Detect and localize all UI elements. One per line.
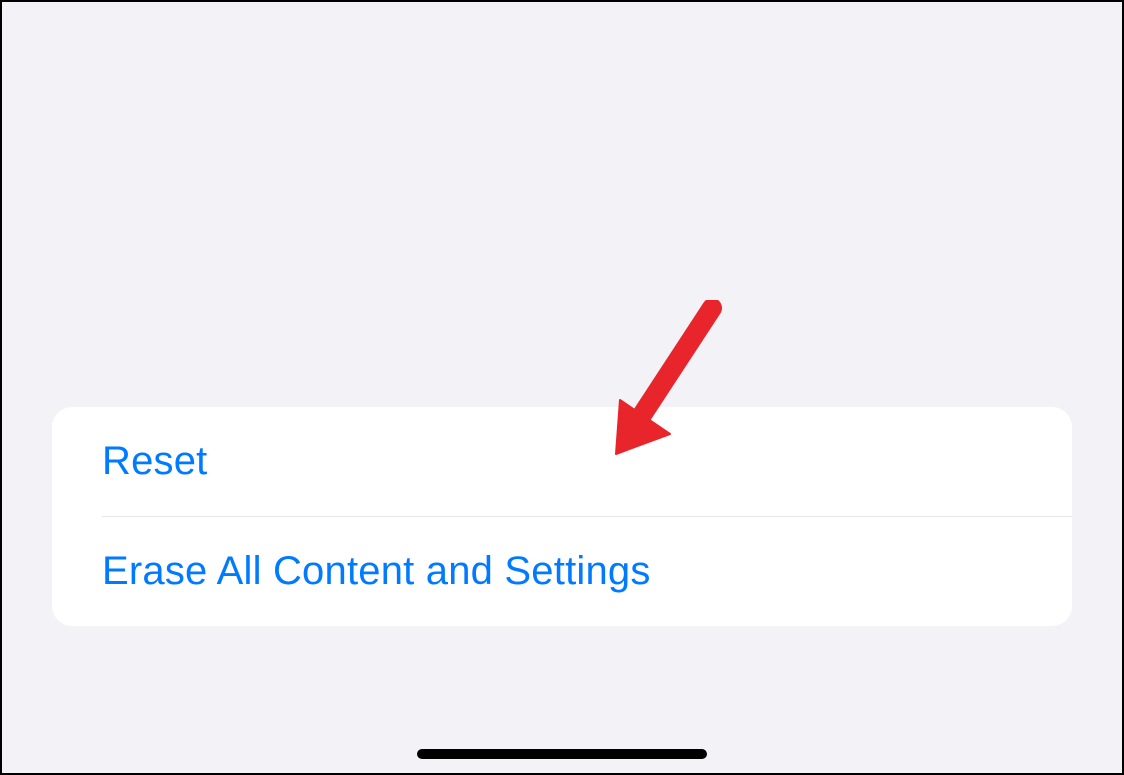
home-indicator[interactable] xyxy=(417,749,707,759)
erase-all-row[interactable]: Erase All Content and Settings xyxy=(52,517,1072,626)
reset-label: Reset xyxy=(102,439,208,483)
reset-row[interactable]: Reset xyxy=(52,407,1072,516)
erase-all-label: Erase All Content and Settings xyxy=(102,549,651,593)
settings-group: Reset Erase All Content and Settings xyxy=(52,407,1072,626)
